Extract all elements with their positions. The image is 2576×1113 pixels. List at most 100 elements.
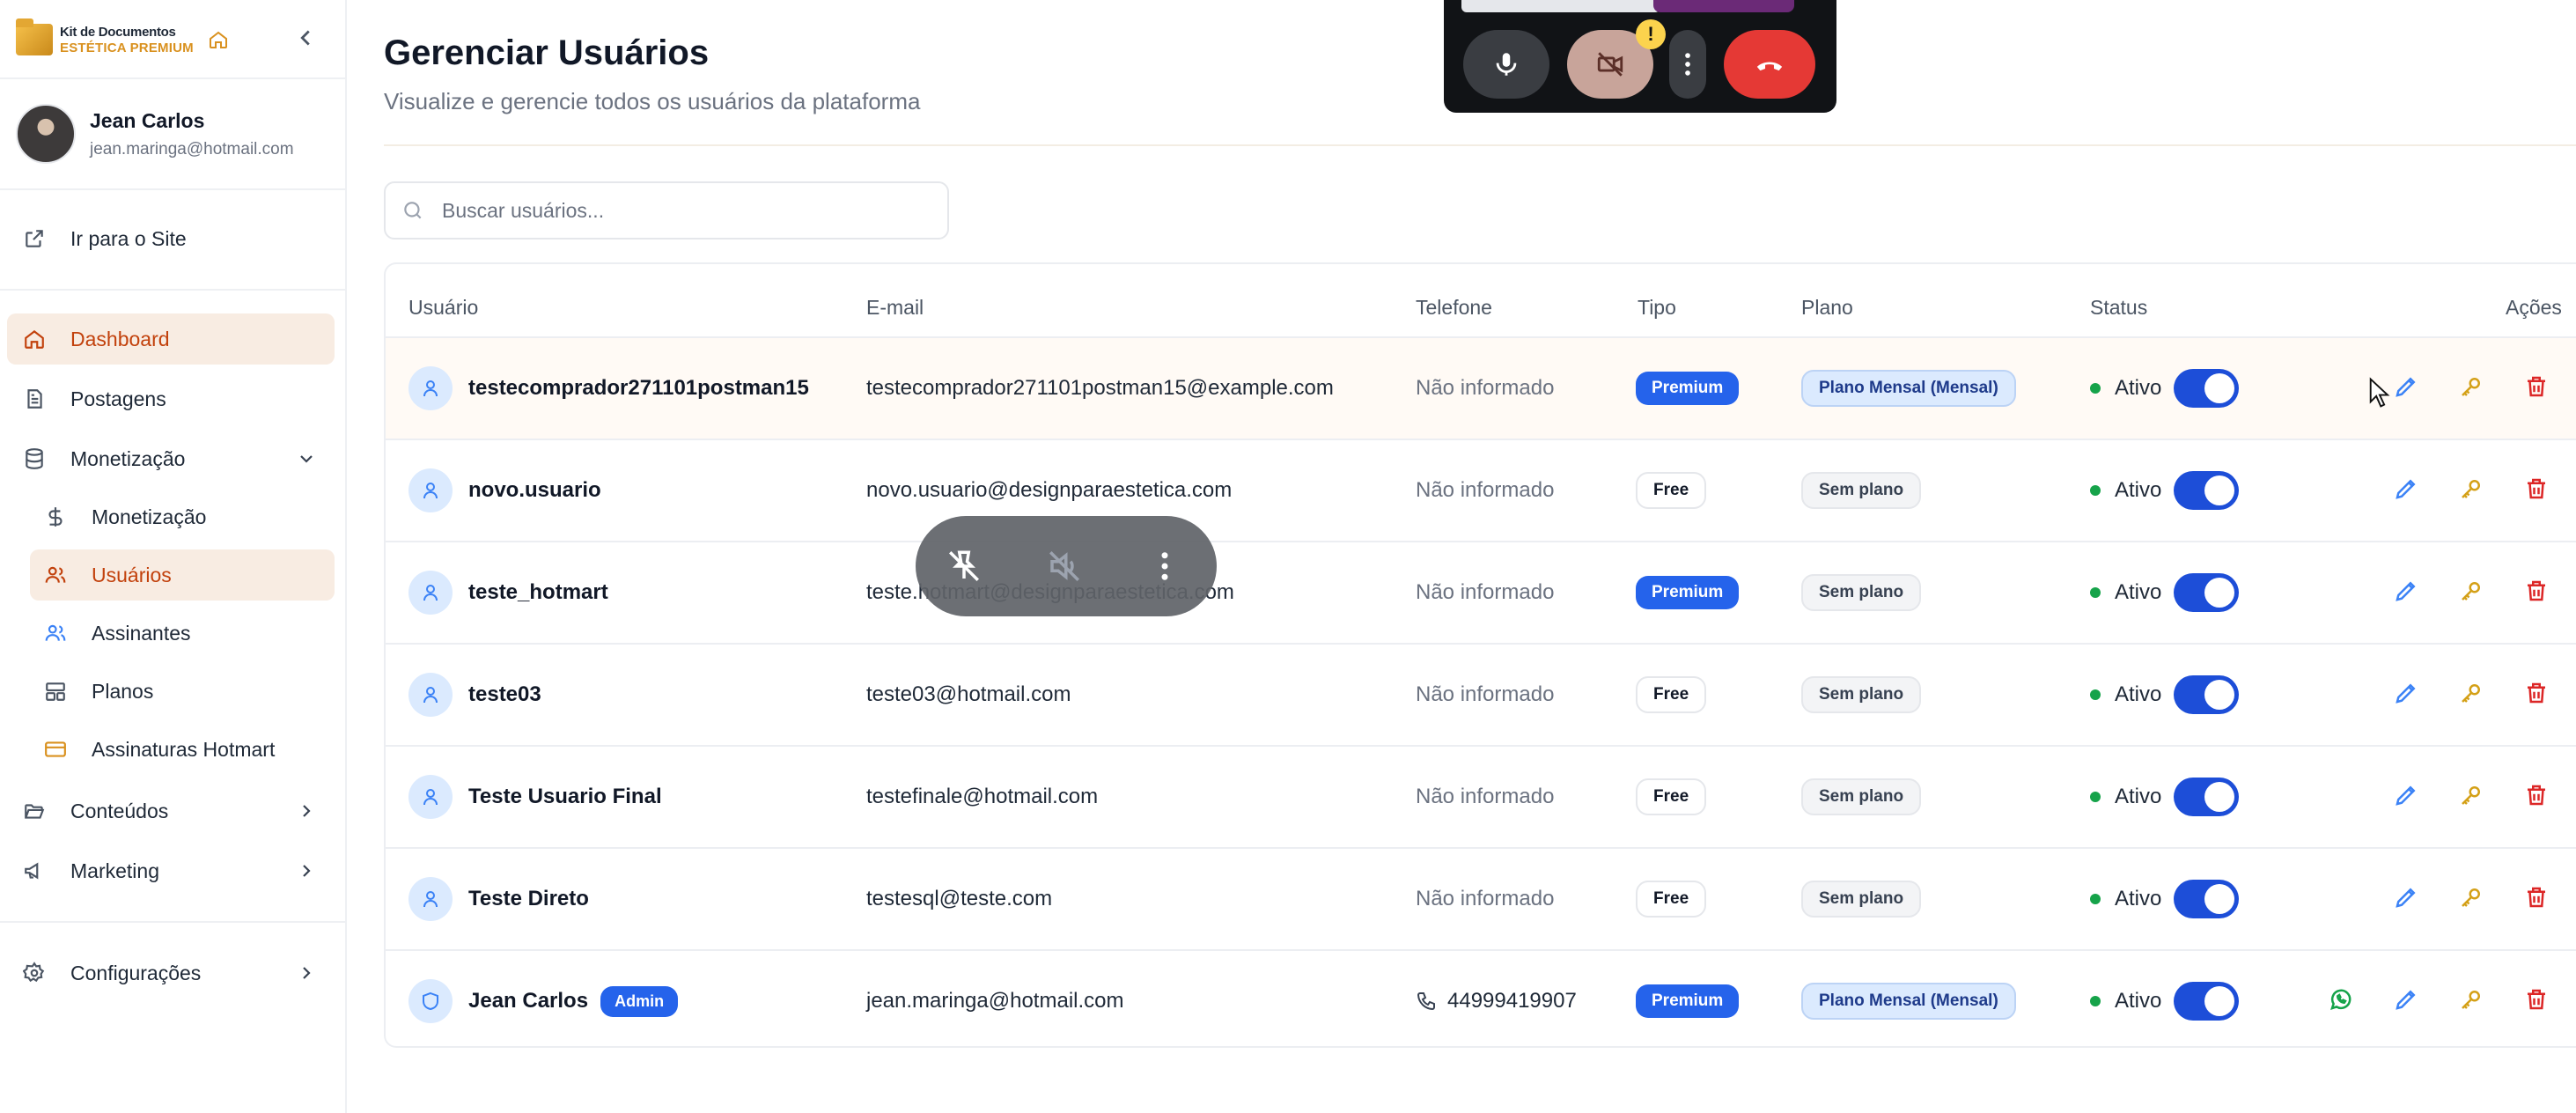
type-cell: Premium [1636,338,1740,439]
page-subtitle: Visualize e gerencie todos os usuários d… [384,88,921,114]
nav-usuarios[interactable]: Usuários [30,549,335,601]
plan-badge: Sem plano [1801,574,1922,611]
search-box[interactable] [384,181,949,240]
user-icon [408,468,453,512]
table-row[interactable]: teste03 teste03@hotmail.com Não informad… [386,643,2576,745]
plan-cell: Sem plano [1801,542,1922,643]
status-toggle[interactable] [2174,982,2240,1021]
plan-badge: Sem plano [1801,472,1922,509]
folder-logo-icon [16,18,53,55]
nav-planos[interactable]: Planos [30,666,335,717]
more-vertical-icon[interactable] [1146,548,1183,585]
brand[interactable]: Kit de Documentos ESTÉTICA PREMIUM [16,18,333,62]
header-plano[interactable]: Plano [1801,296,1853,320]
header-divider [384,144,2576,146]
key-icon[interactable] [2458,884,2486,912]
key-icon[interactable] [2458,680,2486,708]
key-icon[interactable] [2458,782,2486,810]
table-row[interactable]: Teste Usuario Final testefinale@hotmail.… [386,745,2576,847]
home-icon[interactable] [208,29,229,50]
status-text: Ativo [2115,989,2162,1013]
pencil-icon[interactable] [2393,373,2421,402]
status-toggle[interactable] [2174,778,2240,816]
nav-site[interactable]: Ir para o Site [7,213,335,264]
trash-icon[interactable] [2523,578,2551,606]
pencil-icon[interactable] [2393,986,2421,1014]
nav-monetizacao[interactable]: Monetização [30,491,335,542]
user-cell: Jean Carlos Admin [408,951,679,1051]
status-toggle[interactable] [2174,369,2240,408]
phone-number: 44999419907 [1447,989,1577,1013]
plan-badge: Plano Mensal (Mensal) [1801,370,2016,407]
nav-configuracoes[interactable]: Configurações [7,947,335,999]
nav-hotmart[interactable]: Assinaturas Hotmart [30,724,335,775]
nav-postagens[interactable]: Postagens [7,373,335,424]
end-call-button[interactable] [1724,30,1815,99]
chevron-left-icon[interactable] [292,25,319,51]
nav-postagens-label: Postagens [70,387,166,410]
trash-icon[interactable] [2523,782,2551,810]
whatsapp-icon[interactable] [2328,986,2356,1014]
shield-icon [408,979,453,1023]
phone-icon [1417,992,1435,1011]
type-badge: Free [1636,881,1707,918]
trash-icon[interactable] [2523,373,2551,402]
type-cell: Free [1636,440,1707,541]
table-row[interactable]: teste_hotmart teste.hotmart@designparaes… [386,541,2576,643]
table-row[interactable]: Teste Direto testesql@teste.com Não info… [386,847,2576,949]
nav-monetizacao-group[interactable]: Monetização [7,433,335,484]
nav-conteudos[interactable]: Conteúdos [7,785,335,837]
plan-cell: Sem plano [1801,747,1922,847]
nav-assinantes[interactable]: Assinantes [30,608,335,659]
trash-icon[interactable] [2523,884,2551,912]
status-dot [2090,689,2101,700]
mute-icon[interactable] [1046,548,1083,585]
trash-icon[interactable] [2523,986,2551,1014]
pencil-icon[interactable] [2393,578,2421,606]
search-input[interactable] [442,198,935,223]
status-text: Ativo [2115,580,2162,604]
key-icon[interactable] [2458,475,2486,504]
pencil-icon[interactable] [2393,782,2421,810]
nav-assinantes-label: Assinantes [92,621,191,645]
type-cell: Premium [1636,951,1740,1051]
header-status[interactable]: Status [2090,296,2147,320]
type-badge: Premium [1636,984,1740,1018]
status-toggle[interactable] [2174,573,2240,612]
user-profile[interactable]: Jean Carlos jean.maringa@hotmail.com [16,99,333,169]
admin-badge: Admin [600,985,679,1017]
trash-icon[interactable] [2523,680,2551,708]
table-row[interactable]: novo.usuario novo.usuario@designparaeste… [386,439,2576,541]
key-icon[interactable] [2458,578,2486,606]
trash-icon[interactable] [2523,475,2551,504]
header-usuario[interactable]: Usuário [408,296,478,320]
phone-cell: Não informado [1416,478,1555,502]
status-cell: Ativo [2090,440,2240,541]
key-icon[interactable] [2458,986,2486,1014]
table-row[interactable]: Jean Carlos Admin jean.maringa@hotmail.c… [386,949,2576,1051]
pencil-icon[interactable] [2393,680,2421,708]
status-toggle[interactable] [2174,471,2240,510]
status-toggle[interactable] [2174,880,2240,918]
nav-marketing[interactable]: Marketing [7,845,335,896]
header-tipo[interactable]: Tipo [1638,296,1676,320]
pencil-icon[interactable] [2393,884,2421,912]
phone-cell: Não informado [1416,887,1555,910]
pencil-icon[interactable] [2393,475,2421,504]
more-options-button[interactable] [1669,30,1706,99]
header-telefone[interactable]: Telefone [1416,296,1492,320]
status-text: Ativo [2115,478,2162,502]
plan-cell: Plano Mensal (Mensal) [1801,338,2016,439]
call-preview [1461,0,1660,12]
email-cell: testefinale@hotmail.com [866,785,1099,808]
header-email[interactable]: E-mail [866,296,924,320]
phone-cell: Não informado [1416,785,1555,808]
brand-text: Kit de Documentos ESTÉTICA PREMIUM [60,26,194,55]
status-toggle[interactable] [2174,675,2240,714]
nav-dashboard[interactable]: Dashboard [7,313,335,365]
user-cell: novo.usuario [408,440,601,541]
table-row[interactable]: testecomprador271101postman15 testecompr… [386,336,2576,439]
microphone-button[interactable] [1463,30,1549,99]
key-icon[interactable] [2458,373,2486,402]
unpin-icon[interactable] [946,548,983,585]
